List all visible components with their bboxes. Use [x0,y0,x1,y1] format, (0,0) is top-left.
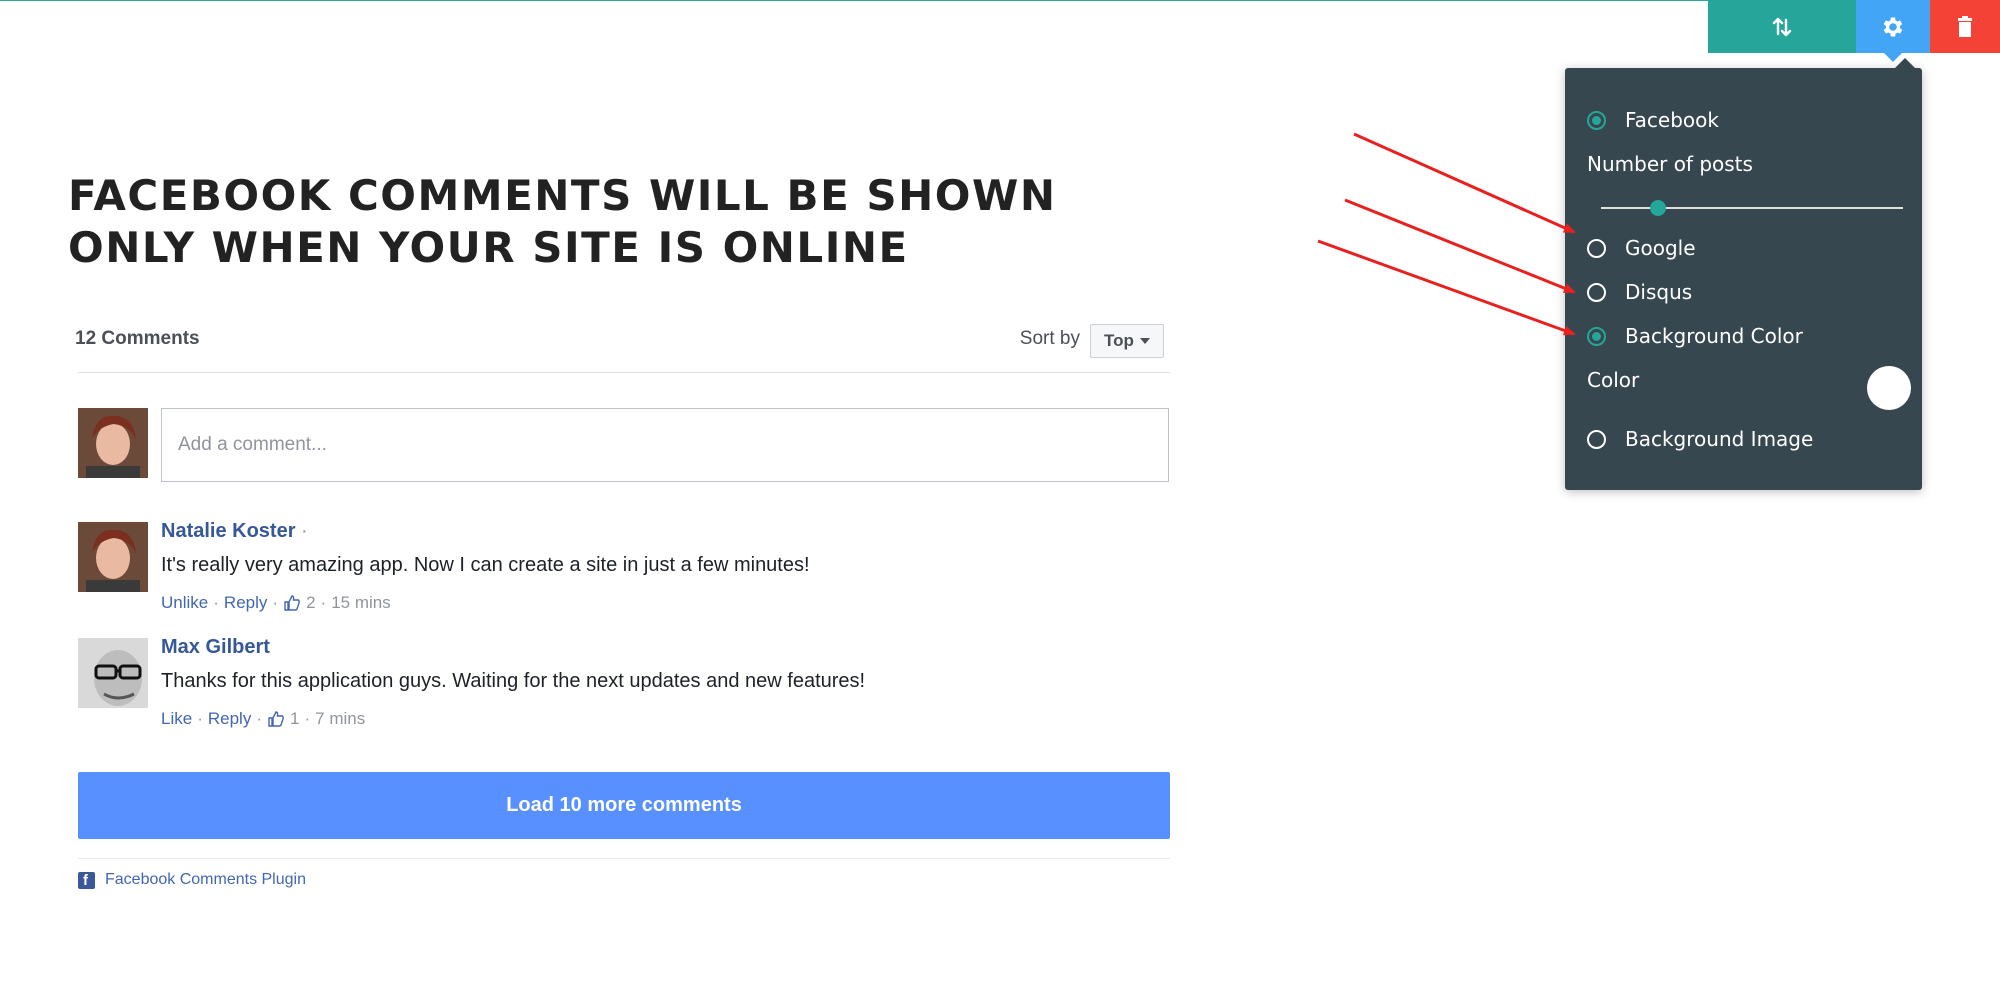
page-title: FACEBOOK COMMENTS WILL BE SHOWN ONLY WHE… [68,170,1168,274]
comment-time: 15 mins [331,593,391,612]
comment-text: It's really very amazing app. Now I can … [161,554,810,576]
separator-dot: · [272,593,279,612]
top-border [0,0,2000,1]
comment-actions: Unlike · Reply · 2 · 15 mins [161,593,391,613]
widget-footer: f Facebook Comments Plugin [78,858,1170,889]
disqus-label: Disqus [1625,280,1693,304]
comment-author-name[interactable]: Natalie Koster [161,520,296,542]
move-button[interactable] [1708,0,1856,53]
number-of-posts-label: Number of posts [1587,152,1753,176]
thumbs-up-icon [284,595,300,611]
title-line-2: ONLY WHEN YOUR SITE IS ONLINE [68,223,909,272]
unlike-link[interactable]: Unlike [161,593,208,613]
separator-dot: · [295,520,308,542]
google-label: Google [1625,236,1696,260]
background-image-label: Background Image [1625,427,1814,451]
sort-value: Top [1104,331,1134,350]
reply-link[interactable]: Reply [224,593,267,613]
posts-slider-thumb[interactable] [1650,200,1667,216]
avatar[interactable] [78,638,148,708]
separator-dot: · [304,709,311,728]
comment-author[interactable]: Max Gilbert [161,636,270,659]
sort-label: Sort by [1019,328,1080,349]
option-background-image[interactable]: Background Image [1587,427,1813,451]
like-link[interactable]: Like [161,709,192,729]
comment-text: Thanks for this application guys. Waitin… [161,670,866,692]
facebook-plugin-link[interactable]: Facebook Comments Plugin [105,871,306,889]
annotation-arrow [1317,239,1576,336]
separator-dot: · [320,593,327,612]
color-label: Color [1587,368,1640,392]
trash-icon [1958,15,1972,37]
comment-author[interactable]: Natalie Koster · [161,520,308,543]
disqus-radio[interactable] [1587,282,1606,302]
sort-select[interactable]: Top [1090,324,1164,358]
title-line-1: FACEBOOK COMMENTS WILL BE SHOWN [68,171,1057,220]
facebook-radio[interactable] [1587,110,1606,130]
background-color-label: Background Color [1625,324,1803,348]
separator-dot: · [213,593,219,612]
posts-row: Number of posts [1587,152,1753,176]
annotation-arrow [1344,198,1576,294]
settings-panel: Facebook Number of posts Google Disqus B… [1565,58,1922,490]
add-comment-placeholder: Add a comment... [178,434,327,455]
avatar[interactable] [78,522,148,592]
settings-button[interactable] [1856,0,1930,62]
comment-actions: Like · Reply · 1 · 7 mins [161,709,365,729]
comment-count: 12 Comments [75,328,200,349]
option-google[interactable]: Google [1587,236,1696,260]
option-facebook[interactable]: Facebook [1587,108,1719,132]
background-color-radio[interactable] [1587,326,1606,346]
sort-arrows-icon [1772,17,1792,36]
google-radio[interactable] [1587,238,1606,258]
chevron-down-icon [1139,338,1150,344]
comment-time: 7 mins [315,709,366,728]
add-comment-input[interactable]: Add a comment... [161,408,1169,482]
separator-dot: · [256,709,262,728]
delete-button[interactable] [1930,0,2000,53]
like-count: 1 [290,709,300,728]
block-toolbar [1708,0,2000,62]
background-image-radio[interactable] [1587,429,1606,449]
annotation-arrow [1353,132,1576,234]
reply-link[interactable]: Reply [208,709,251,729]
facebook-comments-widget: 12 Comments Sort by Top Add a comment... [75,316,1170,889]
posts-slider[interactable] [1601,200,1903,216]
load-more-button[interactable]: Load 10 more comments [78,772,1170,839]
thumbs-up-icon [268,711,284,727]
facebook-label: Facebook [1625,108,1719,132]
color-row: Color [1587,368,1639,392]
current-user-avatar [78,408,148,478]
separator-dot: · [197,709,203,728]
facebook-icon: f [78,871,95,889]
like-count: 2 [306,593,316,612]
gear-icon [1883,16,1903,37]
option-disqus[interactable]: Disqus [1587,280,1692,304]
comments-header: 12 Comments Sort by Top [75,316,1170,373]
option-background-color[interactable]: Background Color [1587,324,1803,348]
color-picker-swatch[interactable] [1867,366,1911,410]
